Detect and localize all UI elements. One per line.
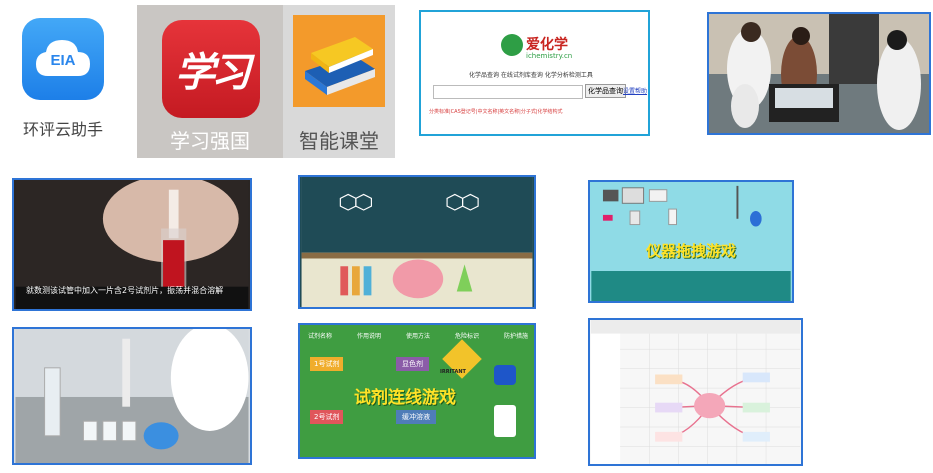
pipette-scene-image (15, 329, 249, 463)
lab-scene-image (709, 14, 929, 133)
reagent-game-title: 试剂连线游戏 (354, 388, 456, 408)
zhineng-app-tile[interactable]: 智能课堂 (283, 5, 395, 158)
reagent-header: 使用方法 (405, 333, 430, 340)
reagent-tag-1[interactable]: 1号试剂 (310, 357, 344, 371)
zhineng-app-label: 智能课堂 (299, 129, 379, 153)
xuexi-app-icon: 学习 (162, 20, 260, 118)
blackboard-animation-card[interactable] (298, 175, 536, 309)
zhineng-app-icon (293, 15, 385, 107)
hazard-label: IRRITANT (440, 369, 466, 375)
site-logo-icon (501, 34, 523, 56)
test-tube-video-still[interactable]: 就数测该试管中加入一片含2号试剂片，振荡并混合溶解 (12, 178, 252, 311)
lab-people-photo (707, 12, 931, 135)
site-link-settings[interactable]: 设置 (623, 86, 635, 95)
lab-coat-icon (494, 405, 516, 437)
books-icon (305, 37, 375, 95)
eia-app-icon[interactable]: EIA (22, 18, 104, 100)
ichemistry-website-thumbnail[interactable]: 爱化学 ichemistry.cn 化学品查询 在线试剂库查询 化学分析检测工具… (419, 10, 650, 136)
instrument-game-title: 仪器拖拽游戏 (646, 242, 737, 260)
gloves-icon (494, 365, 516, 385)
site-logo-sub: ichemistry.cn (526, 52, 573, 60)
pipette-lab-photo (12, 327, 252, 465)
reagent-tag-2[interactable]: 2号试剂 (310, 410, 344, 424)
mindmap-image (590, 320, 801, 464)
reagent-header: 试剂名称 (308, 333, 333, 340)
reagent-headers: 试剂名称 作用说明 使用方法 危险标识 防护措施 (308, 331, 528, 340)
reagent-tag-4[interactable]: 缓冲溶液 (396, 410, 436, 424)
reagent-header: 危险标识 (454, 333, 479, 340)
reagent-matching-game-card[interactable]: 试剂名称 作用说明 使用方法 危险标识 防护措施 1号试剂 2号试剂 显色剂 缓… (298, 323, 536, 459)
eia-app-label: 环评云助手 (22, 120, 103, 139)
eia-icon-text: EIA (50, 52, 76, 69)
site-nav-line: 化学品查询 在线试剂库查询 化学分析检测工具 (469, 72, 593, 79)
site-search-button[interactable]: 化学品查询 (585, 84, 626, 98)
xuexi-app-label: 学习强国 (170, 129, 250, 153)
xuexi-app-tile[interactable]: 学习 学习强国 (137, 5, 283, 158)
instrument-drag-game-card[interactable]: 仪器拖拽游戏 (588, 180, 794, 303)
site-logo-text: 爱化学 (526, 37, 568, 53)
site-search-input[interactable] (433, 85, 583, 99)
video-caption: 就数测该试管中加入一片含2号试剂片，振荡并混合溶解 (26, 286, 224, 295)
site-link-help[interactable]: 帮助 (635, 86, 647, 95)
reagent-header: 防护措施 (503, 333, 528, 340)
blackboard-scene-image (301, 177, 533, 307)
reagent-tag-3[interactable]: 显色剂 (396, 357, 429, 371)
mindmap-screenshot-card[interactable] (588, 318, 803, 466)
reagent-header: 作用说明 (356, 333, 381, 340)
xuexi-icon-text: 学习 (175, 49, 251, 96)
site-footer: 分类标准|CAS登记号|中文名称|英文名称|分子式|化学结构式 (429, 109, 563, 115)
